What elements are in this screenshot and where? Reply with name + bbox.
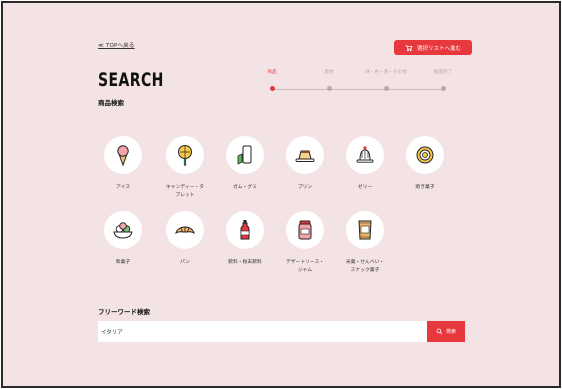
cart-icon	[405, 44, 413, 51]
drink-bottle-icon	[240, 220, 250, 240]
category-candy-tablet[interactable]: キャンディー・タ ブレット	[155, 136, 215, 200]
category-circle	[286, 136, 324, 174]
lollipop-icon	[178, 145, 192, 166]
category-dessert-sauce-jam[interactable]: デザートソース・ ジャム	[275, 211, 335, 275]
category-label: 焼き菓子	[415, 185, 435, 190]
category-ice-cream[interactable]: アイス	[93, 136, 153, 192]
pudding-icon	[295, 150, 315, 162]
category-label: アイス	[115, 185, 130, 190]
step-label: 味・色・香・その他	[365, 70, 407, 75]
search-button-label: 検索	[445, 329, 456, 335]
category-circle	[346, 136, 384, 174]
step-1: 商品	[247, 69, 297, 91]
jam-jar-icon	[298, 220, 312, 240]
category-circle	[166, 211, 204, 249]
category-baked-sweets[interactable]: 焼き菓子	[395, 136, 455, 192]
progress-steps: 商品 素材 味・色・香・その他 検索完了	[263, 69, 463, 99]
category-circle	[346, 211, 384, 249]
ice-cream-icon	[117, 145, 129, 167]
search-button[interactable]: 検索	[427, 321, 465, 342]
category-label: 飲料・粉末飲料	[228, 260, 262, 265]
category-circle	[226, 136, 264, 174]
category-label: 和菓子	[115, 260, 131, 265]
search-icon	[436, 328, 443, 335]
step-dot	[440, 86, 446, 91]
page-title: SEARCH	[98, 69, 164, 91]
back-to-top-link[interactable]: ≪ TOPへ戻る	[98, 41, 135, 49]
category-label: キャンディー・タ ブレット	[165, 185, 205, 198]
croissant-icon	[175, 226, 195, 235]
selection-list-label: 選択リストへ進む	[416, 45, 461, 52]
category-gum-gummy[interactable]: ガム・グミ	[215, 136, 275, 192]
category-bread[interactable]: パン	[155, 211, 215, 267]
category-label: 米菓・せんべい・ スナック菓子	[345, 260, 385, 273]
category-drinks[interactable]: 飲料・粉末飲料	[215, 211, 275, 267]
category-wagashi[interactable]: 和菓子	[93, 211, 153, 267]
selection-list-button[interactable]: 選択リストへ進む	[394, 40, 472, 55]
category-circle	[166, 136, 204, 174]
step-dot	[383, 86, 389, 91]
category-circle	[286, 211, 324, 249]
category-circle	[226, 211, 264, 249]
jelly-icon	[356, 146, 374, 163]
category-label: デザートソース・ ジャム	[285, 260, 325, 273]
freeword-search-input[interactable]	[98, 321, 428, 342]
page-frame: ≪ TOPへ戻る 選択リストへ進む SEARCH 商品検索 商品 素材 味・色・…	[1, 1, 561, 388]
snack-bag-icon	[358, 220, 372, 240]
category-circle	[104, 136, 142, 174]
page-subtitle: 商品検索	[98, 99, 124, 107]
baked-sweets-icon	[416, 146, 434, 164]
category-label: ガム・グミ	[233, 185, 257, 190]
category-circle	[406, 136, 444, 174]
step-2: 素材	[304, 69, 354, 91]
category-rice-crackers-snacks[interactable]: 米菓・せんべい・ スナック菓子	[335, 211, 395, 275]
category-jelly[interactable]: ゼリー	[335, 136, 395, 192]
category-pudding[interactable]: プリン	[275, 136, 335, 192]
freeword-title: フリーワード検索	[98, 308, 150, 316]
step-label: 素材	[324, 70, 334, 75]
step-4: 検索完了	[418, 69, 468, 91]
category-label: パン	[180, 260, 190, 265]
japanese-sweets-icon	[113, 222, 133, 239]
category-label: プリン	[297, 185, 313, 190]
step-label: 商品	[267, 70, 277, 75]
step-dot	[269, 86, 275, 91]
category-label: ゼリー	[357, 185, 373, 190]
step-3: 味・色・香・その他	[361, 69, 411, 91]
step-label: 検索完了	[433, 70, 453, 75]
gum-icon	[237, 145, 252, 165]
category-circle	[104, 211, 142, 249]
step-dot	[326, 86, 332, 91]
